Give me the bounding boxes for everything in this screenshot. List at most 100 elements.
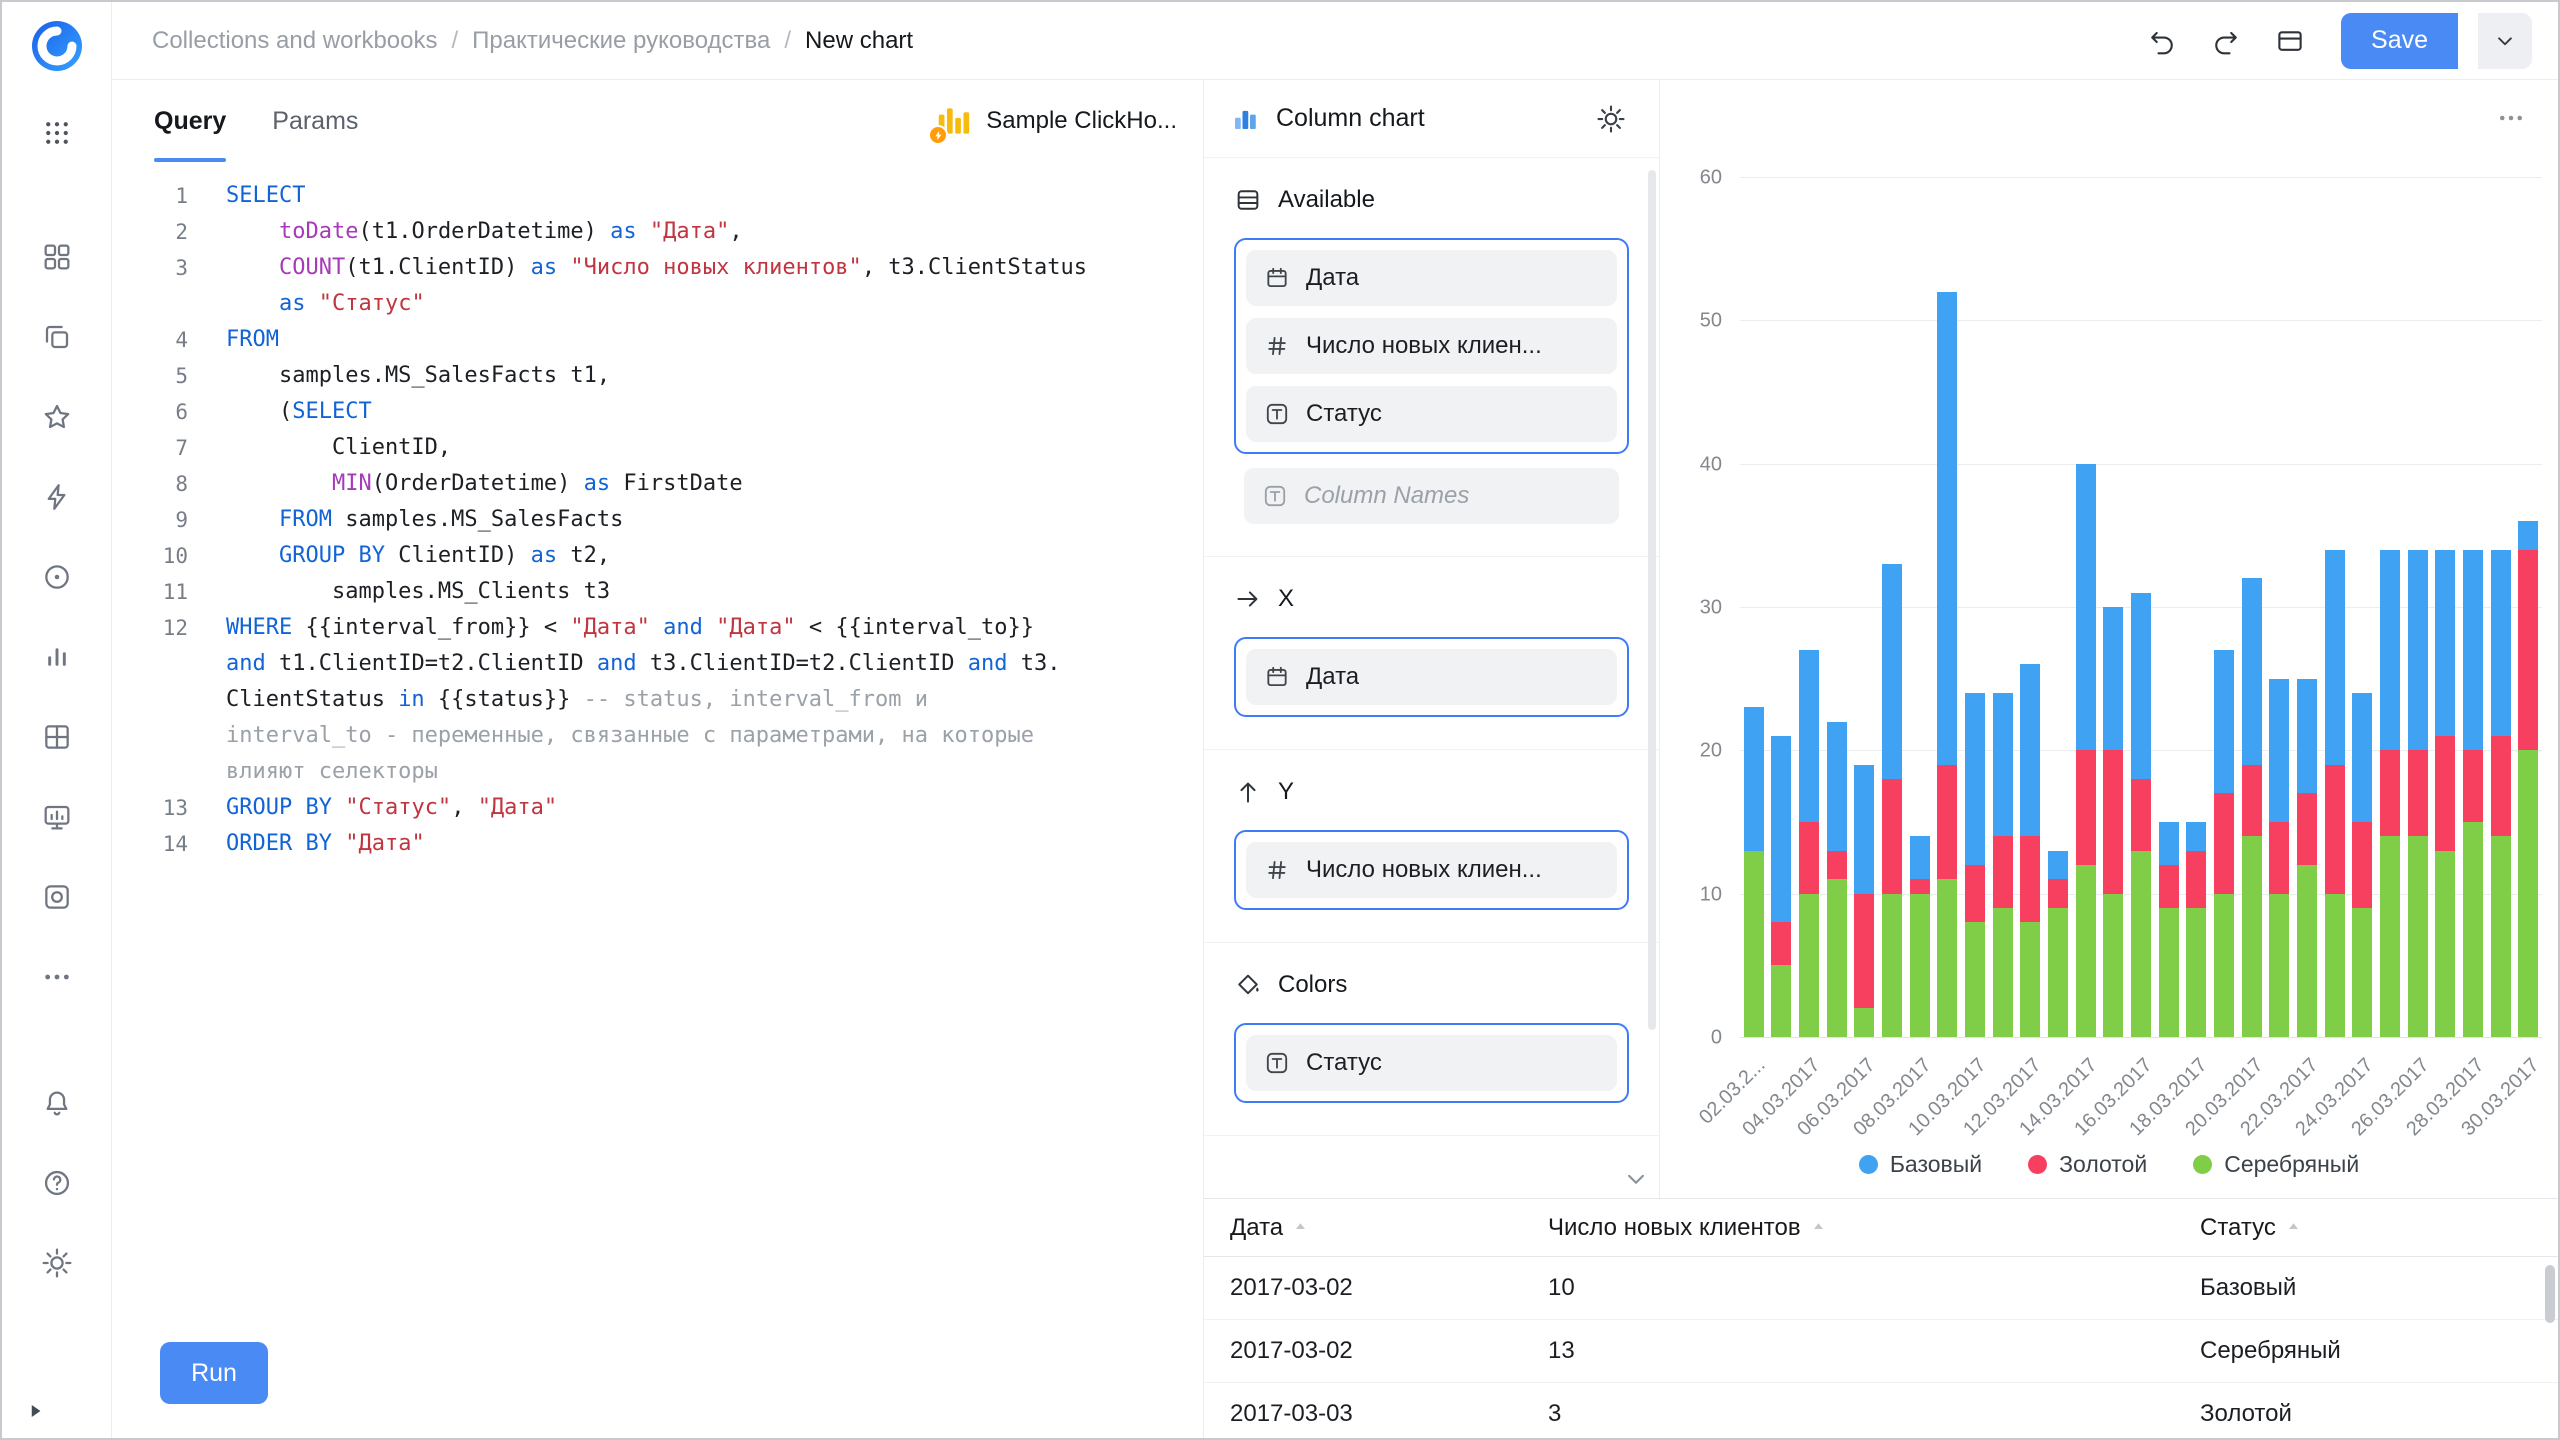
bar-24.03.2017[interactable] bbox=[2352, 693, 2372, 1037]
bar-18.03.2017[interactable] bbox=[2186, 822, 2206, 1037]
sidebar-item-settings[interactable] bbox=[30, 1238, 84, 1288]
tab-query[interactable]: Query bbox=[154, 80, 226, 162]
sidebar-item-dashboards[interactable] bbox=[30, 712, 84, 762]
bar-17.03.2017[interactable] bbox=[2159, 822, 2179, 1037]
preview-table: ДатаЧисло новых клиентов Статус 2017-03-0… bbox=[1204, 1198, 2558, 1438]
section-header-y: Y bbox=[1234, 778, 1629, 806]
chart-type-label[interactable]: Column chart bbox=[1276, 104, 1425, 133]
bar-segment bbox=[2186, 908, 2206, 1037]
bar-23.03.2017[interactable] bbox=[2325, 550, 2345, 1037]
bar-segment bbox=[1744, 851, 1764, 1037]
bar-segment bbox=[2518, 550, 2538, 751]
breadcrumb-item[interactable]: Collections and workbooks bbox=[152, 27, 437, 55]
bar-06.03.2017[interactable] bbox=[1854, 765, 1874, 1037]
tab-params[interactable]: Params bbox=[272, 80, 358, 162]
line-number: 4 bbox=[126, 322, 226, 358]
code-line: 3 COUNT(t1.ClientID) as "Число новых кли… bbox=[126, 250, 1193, 286]
shelf-scrollbar[interactable] bbox=[1648, 170, 1656, 1030]
sidebar-item-favorites[interactable] bbox=[30, 392, 84, 442]
legend-item[interactable]: Золотой bbox=[2028, 1151, 2147, 1178]
bar-09.03.2017[interactable] bbox=[1937, 292, 1957, 1037]
sidebar-item-workbooks[interactable] bbox=[30, 312, 84, 362]
bar-14.03.2017[interactable] bbox=[2076, 464, 2096, 1037]
column-header[interactable]: Дата bbox=[1230, 1214, 1548, 1242]
code-text: ORDER BY "Дата" bbox=[226, 826, 425, 862]
column-header[interactable]: Статус bbox=[2200, 1214, 2558, 1242]
bar-segment bbox=[1882, 894, 1902, 1037]
bar-19.03.2017[interactable] bbox=[2214, 650, 2234, 1037]
connections-icon bbox=[41, 481, 73, 513]
field-chip[interactable]: Число новых клиен... bbox=[1246, 842, 1617, 898]
bar-11.03.2017[interactable] bbox=[1993, 693, 2013, 1037]
bar-28.03.2017[interactable] bbox=[2463, 550, 2483, 1037]
bar-26.03.2017[interactable] bbox=[2408, 550, 2428, 1037]
sidebar-item-charts[interactable] bbox=[30, 632, 84, 682]
column-header-label: Число новых клиентов bbox=[1548, 1214, 1801, 1242]
bar-10.03.2017[interactable] bbox=[1965, 693, 1985, 1037]
scroll-down-icon[interactable] bbox=[1621, 1164, 1651, 1194]
sql-editor[interactable]: 1SELECT2 toDate(t1.OrderDatetime) as "Да… bbox=[112, 162, 1203, 1438]
sidebar-item-collections[interactable] bbox=[30, 232, 84, 282]
legend-item[interactable]: Базовый bbox=[1859, 1151, 1982, 1178]
undo-button[interactable] bbox=[2139, 18, 2185, 64]
line-number: 13 bbox=[126, 790, 226, 826]
section-header-colors: Colors bbox=[1234, 971, 1629, 999]
sidebar-item-help[interactable] bbox=[30, 1158, 84, 1208]
bar-07.03.2017[interactable] bbox=[1882, 564, 1902, 1037]
panel-toggle-button[interactable] bbox=[2267, 18, 2313, 64]
code-line: 8 MIN(OrderDatetime) as FirstDate bbox=[126, 466, 1193, 502]
bar-13.03.2017[interactable] bbox=[2048, 851, 2068, 1037]
bar-segment bbox=[1882, 564, 1902, 779]
table-cell: 2017-03-02 bbox=[1230, 1337, 1548, 1365]
bar-segment bbox=[2297, 679, 2317, 794]
table-scrollbar[interactable] bbox=[2545, 1265, 2555, 1323]
sidebar-item-more[interactable] bbox=[30, 952, 84, 1002]
bar-22.03.2017[interactable] bbox=[2297, 679, 2317, 1037]
chart-menu-button[interactable] bbox=[2492, 102, 2530, 134]
line-number: 1 bbox=[126, 178, 226, 214]
field-chip[interactable]: Статус bbox=[1246, 1035, 1617, 1091]
query-header: Query Params Sample ClickHo... bbox=[112, 80, 1203, 162]
save-button[interactable]: Save bbox=[2341, 13, 2458, 69]
bar-segment bbox=[2325, 550, 2345, 765]
code-text: as "Статус" bbox=[226, 286, 425, 322]
bar-12.03.2017[interactable] bbox=[2020, 664, 2040, 1037]
field-chip[interactable]: Число новых клиен... bbox=[1246, 318, 1617, 374]
datalens-logo[interactable] bbox=[29, 18, 85, 74]
bar-15.03.2017[interactable] bbox=[2103, 607, 2123, 1037]
bar-20.03.2017[interactable] bbox=[2242, 578, 2262, 1037]
line-number: 10 bbox=[126, 538, 226, 574]
bar-05.03.2017[interactable] bbox=[1827, 722, 1847, 1037]
field-chip[interactable]: Дата bbox=[1246, 649, 1617, 705]
bar-08.03.2017[interactable] bbox=[1910, 836, 1930, 1037]
redo-button[interactable] bbox=[2203, 18, 2249, 64]
sidebar-item-connections[interactable] bbox=[30, 472, 84, 522]
field-chip[interactable]: Статус bbox=[1246, 386, 1617, 442]
bar-27.03.2017[interactable] bbox=[2435, 550, 2455, 1037]
legend-item[interactable]: Серебряный bbox=[2193, 1151, 2359, 1178]
code-line: 11 samples.MS_Clients t3 bbox=[126, 574, 1193, 610]
bar-segment bbox=[2408, 550, 2428, 751]
column-header[interactable]: Число новых клиентов bbox=[1548, 1214, 2200, 1242]
bar-29.03.2017[interactable] bbox=[2491, 550, 2511, 1037]
run-button[interactable]: Run bbox=[160, 1342, 268, 1404]
legend-dot bbox=[2028, 1155, 2047, 1174]
sidebar-item-storage[interactable] bbox=[30, 872, 84, 922]
bar-03.03.2017[interactable] bbox=[1771, 736, 1791, 1037]
bar-16.03.2017[interactable] bbox=[2131, 593, 2151, 1037]
bar-21.03.2017[interactable] bbox=[2269, 679, 2289, 1037]
sidebar-item-datasets[interactable] bbox=[30, 552, 84, 602]
bar-25.03.2017[interactable] bbox=[2380, 550, 2400, 1037]
app-switcher-button[interactable] bbox=[30, 108, 84, 158]
breadcrumb-item[interactable]: Практические руководства bbox=[472, 27, 770, 55]
field-chip[interactable]: Дата bbox=[1246, 250, 1617, 306]
dataset-chip[interactable]: Sample ClickHo... bbox=[934, 102, 1177, 140]
expand-sidebar-button[interactable] bbox=[18, 1394, 52, 1428]
bar-02.03.2017[interactable] bbox=[1744, 707, 1764, 1037]
sidebar-item-notifications[interactable] bbox=[30, 1078, 84, 1128]
bar-04.03.2017[interactable] bbox=[1799, 650, 1819, 1037]
bar-30.03.2017[interactable] bbox=[2518, 521, 2538, 1037]
sidebar-item-editor[interactable] bbox=[30, 792, 84, 842]
chart-settings-button[interactable] bbox=[1589, 97, 1633, 141]
save-menu-button[interactable] bbox=[2478, 13, 2532, 69]
